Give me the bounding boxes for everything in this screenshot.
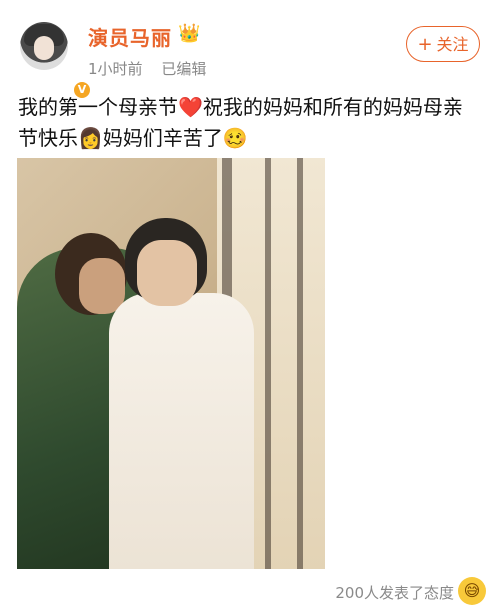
person-right [109, 293, 254, 569]
avatar-face [34, 36, 54, 60]
edited-label[interactable]: 已编辑 [161, 60, 206, 78]
post-text-line-2: 节快乐👩妈妈们辛苦了🥴 [18, 126, 248, 150]
post-time: 1小时前 [88, 60, 143, 78]
follow-button[interactable]: + 关注 [406, 26, 480, 62]
laughing-emoji-icon[interactable]: 😅 [458, 577, 486, 605]
crown-icon: 👑 [178, 23, 201, 44]
person-right-face [137, 240, 197, 306]
post-header: V 演员马丽 👑 1小时前 已编辑 + 关注 [0, 0, 500, 100]
user-name[interactable]: 演员马丽 [88, 22, 172, 51]
window-frame [297, 158, 303, 569]
avatar[interactable]: V [20, 22, 92, 100]
follow-label: 关注 [436, 35, 469, 54]
post-text: 我的第一个母亲节❤️祝我的妈妈和所有的妈妈母亲 节快乐👩妈妈们辛苦了🥴 [18, 92, 486, 154]
plus-icon: + [417, 34, 433, 55]
post-meta: 1小时前 已编辑 [88, 58, 220, 79]
window-frame [265, 158, 271, 569]
post-text-line-1: 我的第一个母亲节❤️祝我的妈妈和所有的妈妈母亲 [18, 95, 463, 119]
post-photo[interactable] [17, 158, 325, 569]
reaction-count[interactable]: 200人发表了态度 [335, 582, 454, 603]
